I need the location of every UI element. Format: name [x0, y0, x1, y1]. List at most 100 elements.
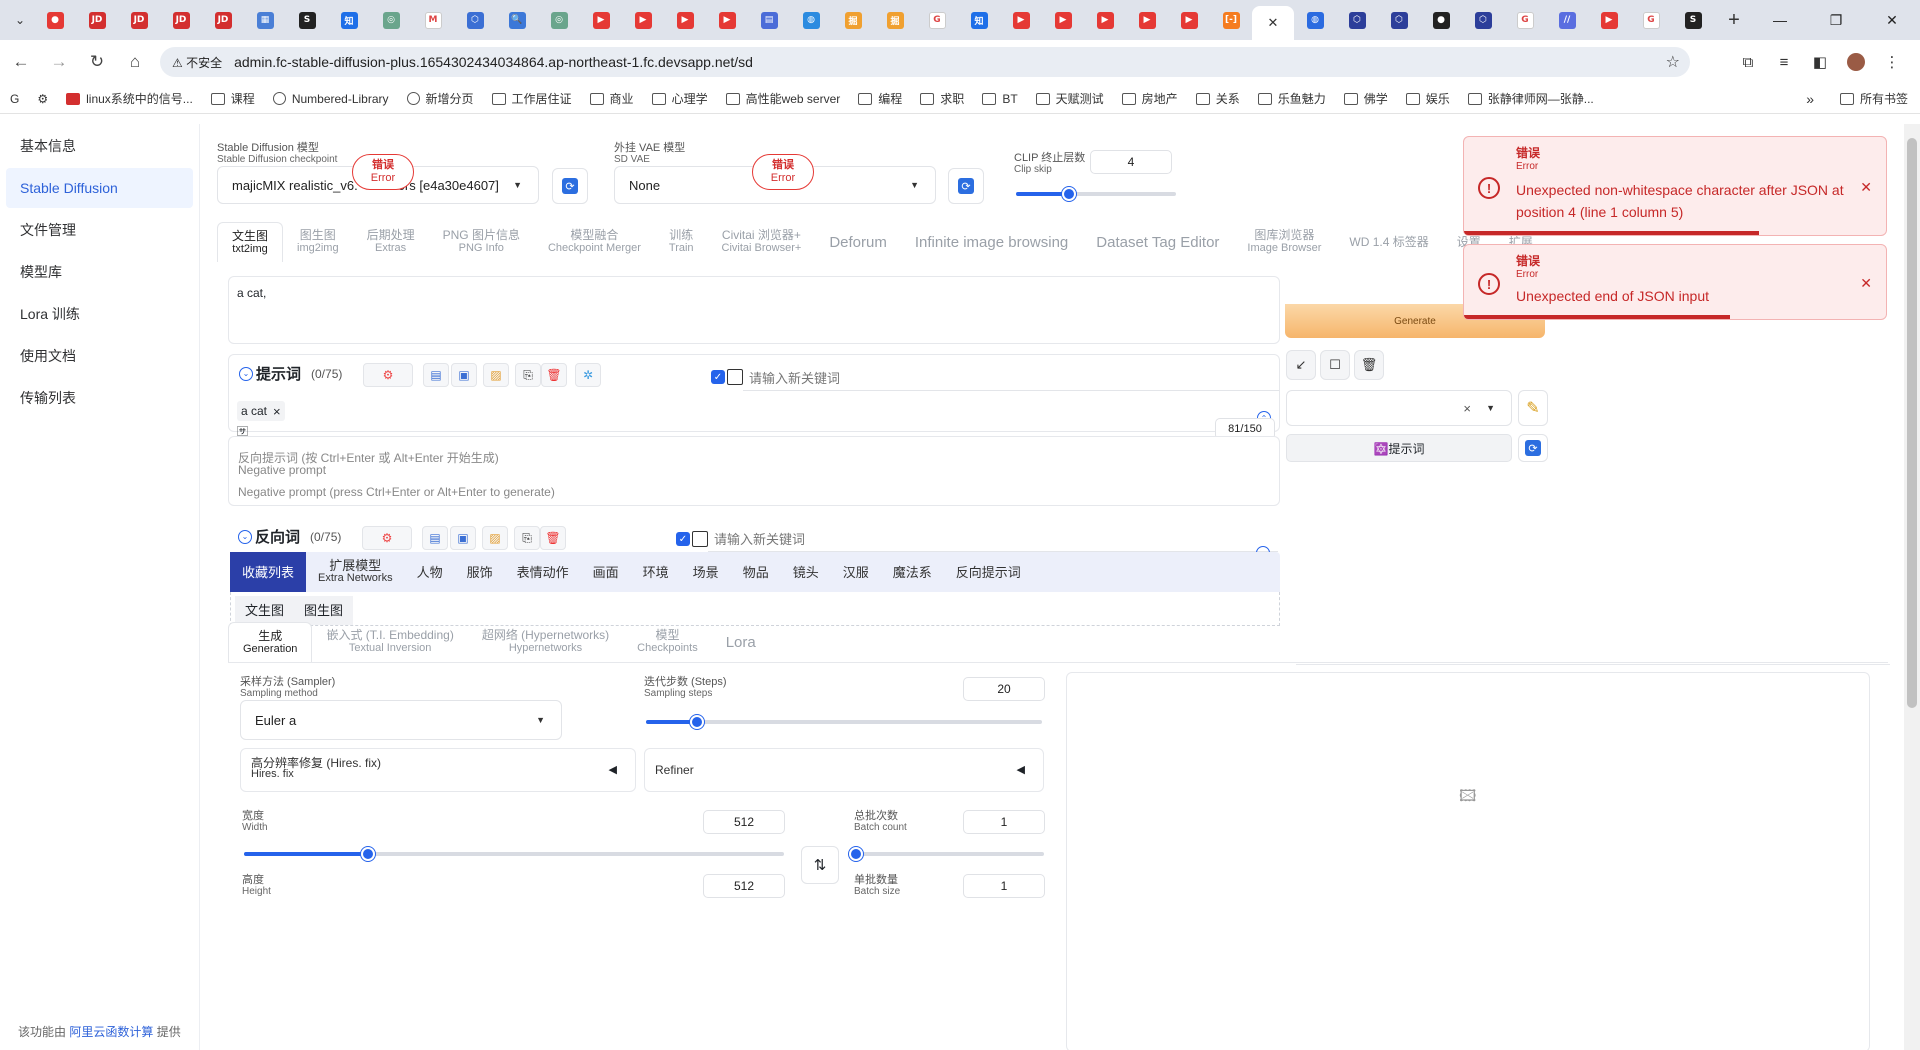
sidebar-item[interactable]: 文件管理 [6, 210, 193, 250]
bookmark-item[interactable]: 房地产 [1121, 90, 1178, 107]
copy-icon[interactable]: ⎘ [515, 363, 541, 387]
browser-tab[interactable]: ◎ [538, 0, 580, 40]
tab[interactable]: Lora [712, 622, 770, 662]
side-panel-icon[interactable]: ◧ [1802, 53, 1838, 71]
category-tab[interactable]: 镜头 [781, 552, 831, 592]
tab[interactable]: 文生图 txt2img [217, 222, 284, 262]
tab[interactable]: PNG 图片信息 PNG Info [429, 222, 534, 262]
browser-tab[interactable]: ⬡ [1378, 0, 1420, 40]
bookmark-item[interactable]: 天赋测试 [1035, 90, 1104, 107]
bookmark-item[interactable]: ⚙ [37, 92, 48, 106]
category-tab[interactable]: 服饰 [455, 552, 505, 592]
clip-skip-slider[interactable] [1016, 187, 1176, 201]
keyword-toggle[interactable] [727, 369, 743, 385]
browser-tab[interactable]: 掘 [832, 0, 874, 40]
slider-knob[interactable] [849, 847, 863, 861]
bookmark-item[interactable]: 娱乐 [1405, 90, 1450, 107]
bookmark-item[interactable]: 乐鱼魅力 [1257, 90, 1326, 107]
keyword-checkbox[interactable]: ✓ [711, 370, 725, 384]
bookmark-item[interactable]: 关系 [1195, 90, 1240, 107]
keyword-input[interactable]: 请输入新关键词 [743, 365, 1279, 391]
delete-icon[interactable]: 🗑 [540, 526, 566, 550]
sampler-select[interactable]: Euler a ▼ [240, 700, 562, 740]
browser-tab[interactable]: ▶ [622, 0, 664, 40]
category-tab[interactable]: 收藏列表 [230, 552, 307, 592]
home-icon[interactable]: ⌂ [118, 45, 152, 79]
browser-tab[interactable]: ▶ [706, 0, 748, 40]
import-icon[interactable]: ▤ [422, 526, 448, 550]
page-scrollbar[interactable] [1904, 124, 1920, 1050]
browser-tab[interactable]: [-] [1210, 0, 1252, 40]
browser-tab[interactable]: ▶ [1588, 0, 1630, 40]
bookmark-item[interactable]: 新增分页 [406, 90, 474, 107]
clear-icon[interactable]: ☐ [1320, 350, 1350, 380]
swap-dimensions-button[interactable]: ⇅ [801, 846, 839, 884]
import-icon[interactable]: ▤ [423, 363, 449, 387]
prompt-section-header[interactable]: ⌄ 提示词 (0/75) [239, 363, 342, 384]
all-bookmarks-button[interactable]: 所有书签 [1839, 90, 1908, 107]
browser-tab[interactable]: G [1504, 0, 1546, 40]
steps-slider[interactable] [646, 715, 1042, 729]
category-subtab[interactable]: 文生图 [235, 596, 295, 625]
height-input[interactable]: 512 [703, 874, 785, 898]
translate-icon[interactable]: ▨ [483, 363, 509, 387]
sidebar-item[interactable]: Lora 训练 [6, 294, 193, 334]
batch-count-input[interactable]: 1 [963, 810, 1045, 834]
width-slider[interactable] [244, 847, 784, 861]
tab[interactable]: WD 1.4 标签器 [1335, 222, 1442, 262]
tab[interactable]: 模型 Checkpoints [623, 622, 712, 662]
minimize-icon[interactable]: — [1752, 0, 1808, 40]
settings-icon[interactable]: ⚙ [363, 363, 413, 387]
copy-icon[interactable]: ⎘ [514, 526, 540, 550]
tab[interactable]: Dataset Tag Editor [1082, 222, 1233, 262]
slider-knob[interactable] [1061, 187, 1076, 201]
category-tab[interactable]: 表情动作 [505, 552, 581, 592]
media-icon[interactable]: ≡ [1766, 54, 1802, 71]
category-subtab[interactable]: 图生图 [294, 596, 354, 625]
sidebar-item[interactable]: 传输列表 [6, 378, 193, 418]
browser-tab[interactable]: M [412, 0, 454, 40]
category-tab[interactable]: 扩展模型 Extra Networks [306, 552, 405, 592]
styles-clear-icon[interactable]: × [1463, 401, 1471, 416]
browser-tab[interactable]: JD [118, 0, 160, 40]
browser-tab[interactable]: 🔍 [496, 0, 538, 40]
browser-tab[interactable]: ● [1420, 0, 1462, 40]
browser-tab[interactable]: ▶ [1168, 0, 1210, 40]
translate-icon[interactable]: ▨ [482, 526, 508, 550]
clip-skip-input[interactable]: 4 [1090, 150, 1172, 174]
bookmark-icon[interactable]: ▣ [450, 526, 476, 550]
browser-tab[interactable]: // [1546, 0, 1588, 40]
tab[interactable]: 超网络 (Hypernetworks) Hypernetworks [468, 622, 623, 662]
category-tab[interactable]: 汉服 [831, 552, 881, 592]
steps-input[interactable]: 20 [963, 677, 1045, 701]
category-tab[interactable]: 画面 [581, 552, 631, 592]
tab[interactable]: 后期处理 Extras [353, 222, 429, 262]
reload-icon[interactable]: ↻ [80, 45, 114, 79]
delete-icon[interactable]: 🗑 [541, 363, 567, 387]
bookmark-item[interactable]: 商业 [589, 90, 634, 107]
tab[interactable]: Infinite image browsing [901, 222, 1082, 262]
browser-tab[interactable]: JD [160, 0, 202, 40]
bookmark-item[interactable]: 工作居住证 [491, 90, 572, 107]
close-icon[interactable]: ✕ [1268, 16, 1279, 31]
trash-icon[interactable]: 🗑 [1354, 350, 1384, 380]
tag-close-icon[interactable]: × [273, 404, 281, 419]
restore-icon[interactable]: ❐ [1808, 0, 1864, 40]
prompt-button[interactable]: 🔯提示词 [1286, 434, 1512, 462]
negative-keyword-toggle[interactable] [692, 531, 708, 547]
slider-knob[interactable] [690, 715, 705, 729]
bookmark-item[interactable]: 心理学 [651, 90, 708, 107]
tab[interactable]: 图生图 img2img [283, 222, 353, 262]
browser-tab[interactable]: ◎ [370, 0, 412, 40]
gear-alt-icon[interactable]: ✲ [575, 363, 601, 387]
styles-select[interactable]: × ▼ [1286, 390, 1512, 426]
prompt-tag[interactable]: a cat × [237, 401, 285, 421]
close-icon[interactable]: ✕ [1860, 275, 1872, 292]
tab[interactable]: 嵌入式 (T.I. Embedding) Textual Inversion [312, 622, 467, 662]
bookmark-item[interactable]: 编程 [858, 90, 902, 107]
category-tab[interactable]: 场景 [681, 552, 731, 592]
negative-keyword-checkbox[interactable]: ✓ [676, 532, 690, 546]
close-window-icon[interactable]: ✕ [1864, 0, 1920, 40]
active-tab[interactable]: ✕ [1252, 6, 1294, 40]
category-tab[interactable]: 魔法系 [881, 552, 944, 592]
